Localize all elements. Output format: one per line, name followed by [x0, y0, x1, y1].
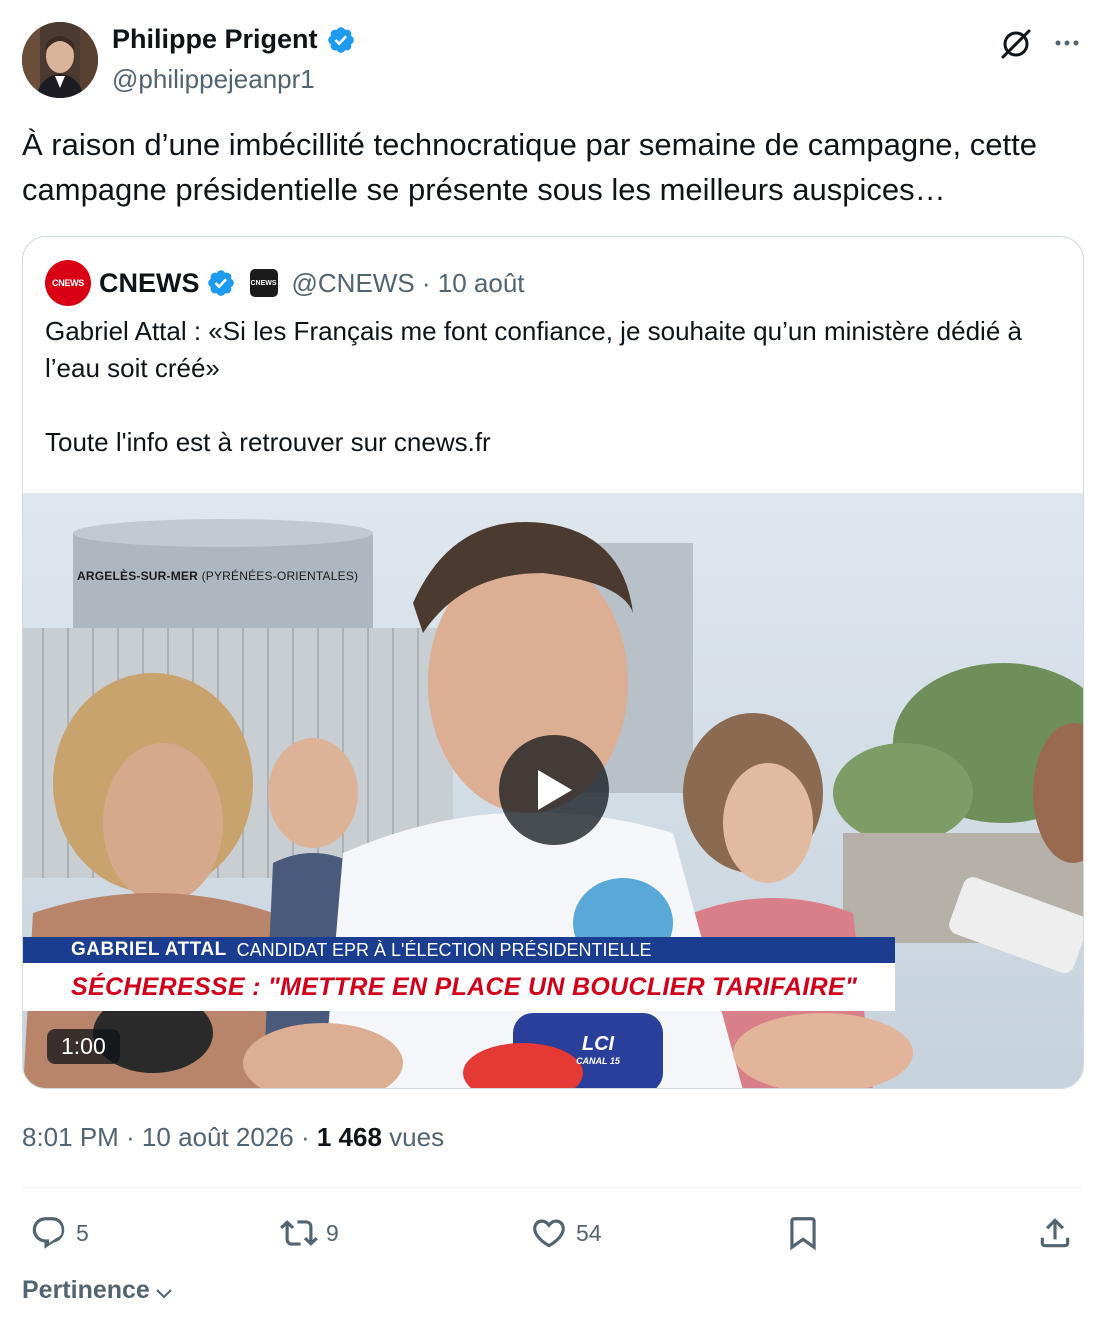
play-icon [538, 770, 572, 810]
location-name: ARGELÈS-SUR-MER [77, 569, 199, 583]
grok-icon[interactable] [998, 26, 1034, 62]
verified-badge-icon [207, 270, 234, 296]
affiliate-badge-icon[interactable]: CNEWS [249, 269, 278, 297]
chevron-down-icon [156, 1288, 172, 1298]
video-duration: 1:00 [47, 1029, 120, 1064]
divider [22, 1187, 1082, 1188]
like-button[interactable]: 54 [530, 1208, 602, 1258]
quote-avatar[interactable]: CNEWS [45, 260, 91, 306]
affiliate-badge-text: CNEWS [250, 279, 277, 287]
lower-third-name: GABRIEL ATTAL [71, 939, 227, 960]
repost-icon [280, 1220, 318, 1246]
more-icon[interactable] [1052, 28, 1082, 58]
video-player[interactable]: ARGELÈS-SUR-MER (PYRÉNÉES-ORIENTALES) GA… [23, 493, 1083, 1088]
quote-header: CNEWS CNEWS CNEWS @CNEWS · 10 août [45, 260, 525, 306]
author-handle[interactable]: @philippejeanpr1 [112, 64, 315, 95]
lower-third-role: CANDIDAT EPR À L'ÉLECTION PRÉSIDENTIELLE [236, 939, 652, 960]
heart-icon [533, 1219, 565, 1248]
author-avatar[interactable] [22, 22, 98, 98]
reply-icon [32, 1217, 65, 1249]
tweet-timestamp[interactable]: 8:01 PM · 10 août 2026 · [22, 1122, 317, 1152]
repost-button[interactable]: 9 [280, 1208, 339, 1258]
repost-count: 9 [326, 1219, 339, 1246]
views-count: 1 468 [316, 1122, 382, 1152]
quote-author-name[interactable]: CNEWS [99, 268, 200, 299]
quote-handle-date: @CNEWS · 10 août [291, 267, 525, 298]
tweet-meta: 8:01 PM · 10 août 2026 · 1 468 vues [22, 1122, 444, 1153]
tweet-text: À raison d’une imbécillité technocratiqu… [22, 127, 1046, 207]
verified-badge-icon [327, 26, 354, 53]
sort-dropdown[interactable]: Pertinence [22, 1276, 174, 1305]
lower-third-headline: SÉCHERESSE : "METTRE EN PLACE UN BOUCLIE… [23, 963, 895, 1011]
mic-sub: CANAL 15 [576, 1056, 620, 1066]
author-name[interactable]: Philippe Prigent [112, 24, 318, 55]
reply-count: 5 [76, 1219, 89, 1246]
share-icon [1040, 1218, 1070, 1248]
location-sub: (PYRÉNÉES-ORIENTALES) [201, 569, 359, 583]
reply-button[interactable]: 5 [30, 1208, 89, 1258]
video-lower-third: GABRIEL ATTAL CANDIDAT EPR À L'ÉLECTION … [23, 937, 895, 1011]
video-location-label: ARGELÈS-SUR-MER (PYRÉNÉES-ORIENTALES) [77, 569, 358, 583]
author-name-row: Philippe Prigent [112, 24, 356, 55]
quoted-tweet-card[interactable]: CNEWS CNEWS CNEWS @CNEWS · 10 août Gabri… [22, 236, 1084, 1089]
play-button[interactable] [499, 735, 609, 845]
quote-avatar-text: CNEWS [52, 278, 84, 288]
mic-label: LCI CANAL 15 [543, 1033, 653, 1066]
share-button[interactable] [1036, 1208, 1074, 1258]
action-bar: 5 9 54 [22, 1208, 1082, 1258]
bookmark-button[interactable] [784, 1208, 822, 1258]
mic-brand: LCI [581, 1033, 615, 1055]
quote-text: Gabriel Attal : «Si les Français me font… [45, 316, 1022, 457]
bookmark-icon [790, 1217, 816, 1251]
views-label: vues [381, 1122, 445, 1152]
like-count: 54 [576, 1219, 602, 1246]
sort-label: Pertinence [22, 1276, 150, 1304]
tweet-header: Philippe Prigent @philippejeanpr1 [22, 22, 1082, 100]
lower-third-top: GABRIEL ATTAL CANDIDAT EPR À L'ÉLECTION … [23, 937, 895, 963]
